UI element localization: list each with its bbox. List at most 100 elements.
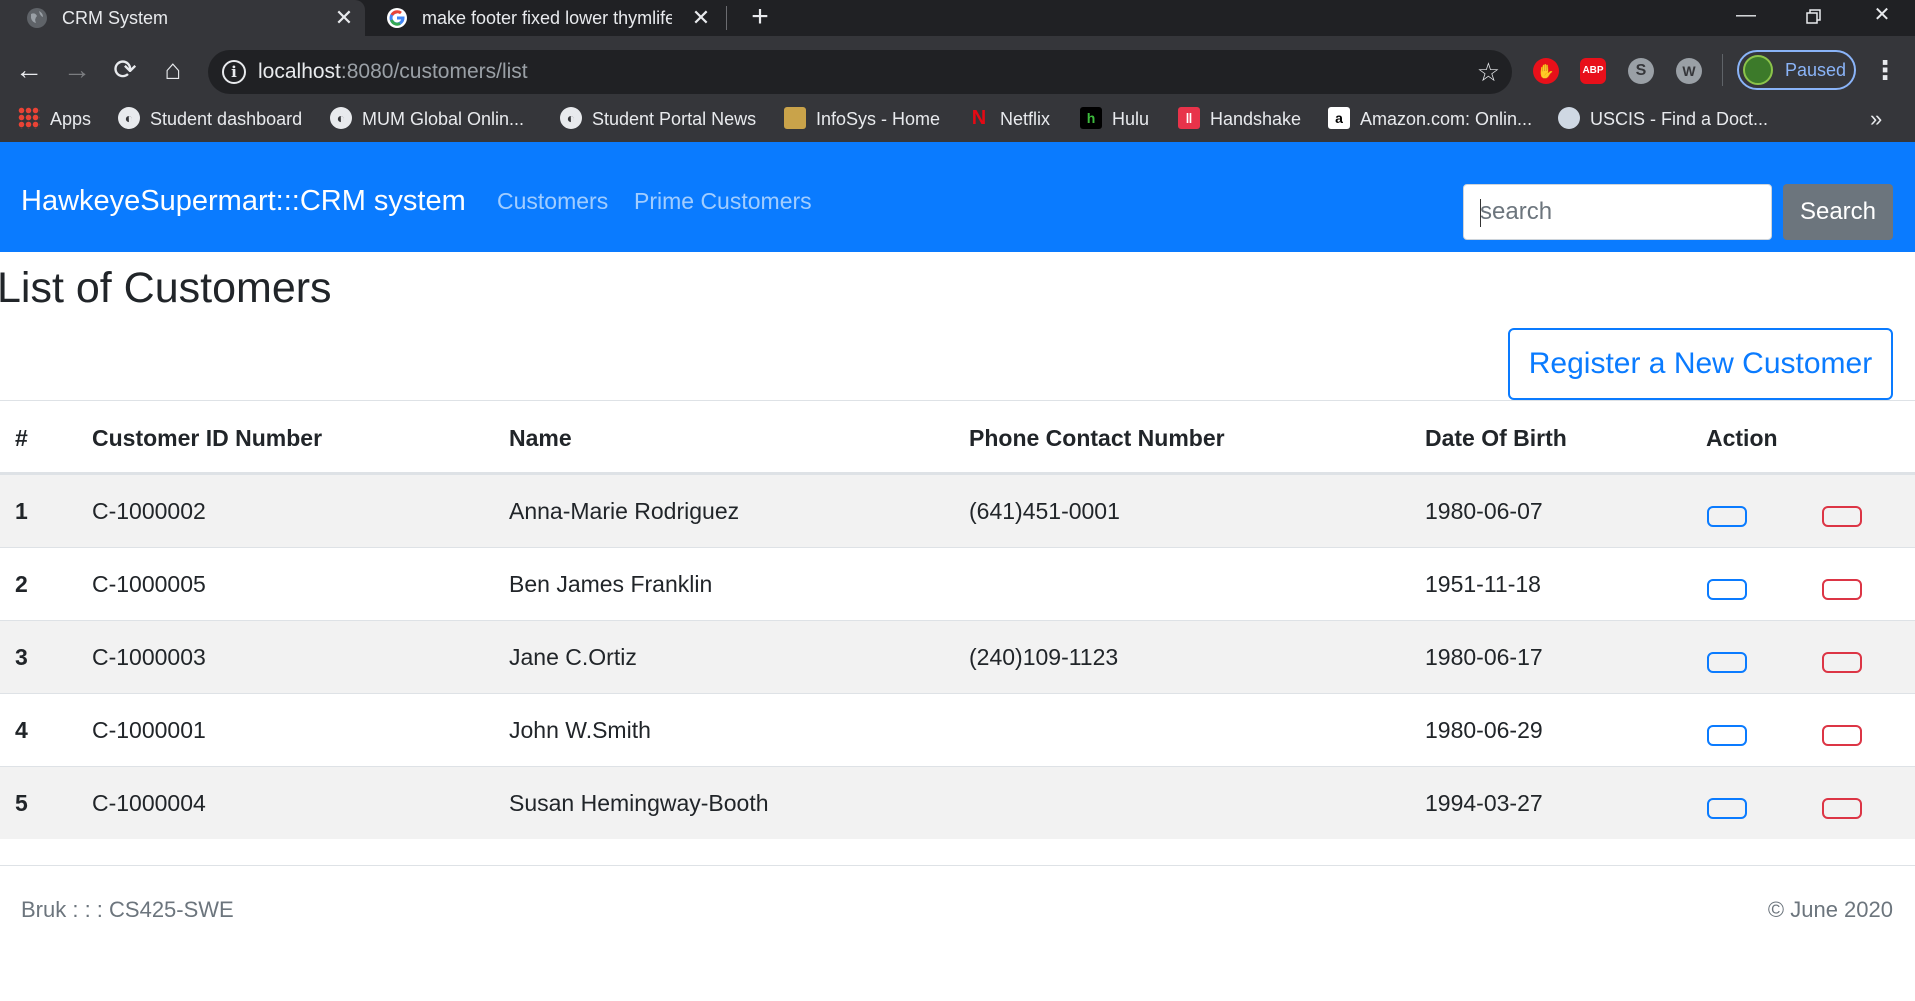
text-caret: [1480, 199, 1481, 227]
customer-dob-cell: 1980-06-29: [1425, 717, 1543, 743]
url-text[interactable]: localhost:8080/customers/list: [258, 50, 528, 94]
bookmark-netflix[interactable]: N Netflix: [968, 106, 1050, 132]
customers-table: # Customer ID Number Name Phone Contact …: [0, 400, 1915, 839]
column-header-dob: Date Of Birth: [1425, 425, 1567, 451]
customer-name-cell: Jane C.Ortiz: [509, 644, 637, 670]
search-button[interactable]: Search: [1783, 184, 1893, 240]
tab-google-search[interactable]: make footer fixed lower thymlife ✕: [372, 0, 722, 36]
new-tab-icon[interactable]: +: [744, 0, 776, 36]
column-header-action: Action: [1706, 425, 1778, 451]
row-number: 3: [15, 644, 28, 670]
delete-button[interactable]: [1822, 798, 1862, 819]
forward-icon[interactable]: →: [60, 52, 94, 88]
bookmark-amazon[interactable]: a Amazon.com: Onlin...: [1328, 106, 1532, 132]
avatar: [1743, 55, 1773, 85]
bookmark-student-portal[interactable]: ◐ Student Portal News: [560, 106, 756, 132]
globe-icon: [27, 8, 47, 28]
close-tab-icon[interactable]: ✕: [331, 0, 357, 36]
globe-icon: ◐: [118, 107, 140, 130]
customer-dob-cell: 1980-06-07: [1425, 498, 1543, 524]
uscis-icon: [1558, 107, 1580, 130]
tab-separator: [726, 6, 727, 30]
globe-icon: ◐: [330, 107, 352, 130]
search-input[interactable]: search: [1463, 184, 1772, 240]
delete-button[interactable]: [1822, 652, 1862, 673]
back-icon[interactable]: ←: [12, 52, 46, 88]
site-info-icon[interactable]: i: [222, 60, 246, 84]
customer-name-cell: Ben James Franklin: [509, 571, 713, 597]
row-number: 4: [15, 717, 28, 743]
page-title: List of Customers: [0, 264, 332, 312]
customer-name-cell: Susan Hemingway-Booth: [509, 790, 769, 816]
profile-button[interactable]: Paused: [1737, 50, 1856, 90]
table-row: 4 C-1000001 John W.Smith 1980-06-29: [0, 693, 1915, 766]
handshake-icon: ‖: [1178, 107, 1200, 130]
column-header-customer-id: Customer ID Number: [92, 425, 323, 451]
customer-id-cell: C-1000005: [92, 571, 206, 597]
skype-icon[interactable]: S: [1628, 58, 1654, 84]
table-row: 5 C-1000004 Susan Hemingway-Booth 1994-0…: [0, 766, 1915, 839]
edit-button[interactable]: [1707, 579, 1747, 600]
hulu-icon: h: [1080, 107, 1102, 130]
globe-icon: ◐: [560, 107, 582, 130]
bookmark-apps[interactable]: Apps: [18, 106, 91, 132]
customer-dob-cell: 1951-11-18: [1425, 571, 1541, 597]
adblock-plus-icon[interactable]: ABP: [1580, 58, 1606, 84]
reload-icon[interactable]: ⟳: [108, 52, 142, 88]
bookmark-mum-global[interactable]: ◐ MUM Global Onlin...: [330, 106, 524, 132]
window-close-icon[interactable]: ✕: [1854, 0, 1910, 36]
address-bar[interactable]: i localhost:8080/customers/list ☆: [208, 50, 1512, 94]
customer-phone-cell: (641)451-0001: [969, 498, 1120, 524]
w-extension-icon[interactable]: W: [1676, 58, 1702, 84]
row-number: 2: [15, 571, 28, 597]
footer-author: Bruk : : : CS425-SWE: [21, 897, 234, 922]
bookmark-infosys[interactable]: InfoSys - Home: [784, 106, 940, 132]
delete-button[interactable]: [1822, 579, 1862, 600]
edit-button[interactable]: [1707, 506, 1747, 527]
bookmark-uscis[interactable]: USCIS - Find a Doct...: [1558, 106, 1768, 132]
register-customer-button[interactable]: Register a New Customer: [1508, 328, 1893, 400]
edit-button[interactable]: [1707, 798, 1747, 819]
bookmarks-overflow-icon[interactable]: »: [1870, 106, 1882, 132]
delete-button[interactable]: [1822, 506, 1862, 527]
stop-hand-icon[interactable]: ✋: [1533, 58, 1559, 84]
table-row: 3 C-1000003 Jane C.Ortiz (240)109-1123 1…: [0, 620, 1915, 693]
restore-icon[interactable]: [1786, 0, 1842, 36]
table-row: 2 C-1000005 Ben James Franklin 1951-11-1…: [0, 547, 1915, 620]
site-brand[interactable]: HawkeyeSupermart:::CRM system: [21, 142, 466, 260]
tab-strip: CRM System ✕ make footer fixed lower thy…: [0, 0, 1915, 36]
customer-id-cell: C-1000001: [92, 717, 206, 743]
nav-link-customers[interactable]: Customers: [497, 142, 608, 260]
browser-menu-icon[interactable]: ⋮: [1872, 50, 1898, 90]
column-header-name: Name: [509, 425, 572, 451]
amazon-icon: a: [1328, 107, 1350, 130]
row-number: 5: [15, 790, 28, 816]
customer-dob-cell: 1994-03-27: [1425, 790, 1543, 816]
delete-button[interactable]: [1822, 725, 1862, 746]
tab-crm-system[interactable]: CRM System ✕: [0, 0, 365, 36]
search-placeholder: search: [1480, 198, 1553, 225]
profile-status-label: Paused: [1785, 60, 1847, 80]
customer-phone-cell: (240)109-1123: [969, 644, 1119, 670]
browser-window: CRM System ✕ make footer fixed lower thy…: [0, 0, 1915, 1001]
column-header-number: #: [15, 425, 28, 451]
close-tab-icon[interactable]: ✕: [688, 0, 714, 36]
nav-link-prime-customers[interactable]: Prime Customers: [634, 142, 812, 260]
table-row: 1 C-1000002 Anna-Marie Rodriguez (641)45…: [0, 474, 1915, 547]
home-icon[interactable]: ⌂: [156, 52, 190, 88]
bookmark-handshake[interactable]: ‖ Handshake: [1178, 106, 1301, 132]
bookmark-hulu[interactable]: h Hulu: [1080, 106, 1149, 132]
customer-dob-cell: 1980-06-17: [1425, 644, 1543, 670]
edit-button[interactable]: [1707, 725, 1747, 746]
minimize-icon[interactable]: —: [1718, 0, 1774, 36]
customer-id-cell: C-1000002: [92, 498, 206, 524]
edit-button[interactable]: [1707, 652, 1747, 673]
apps-grid-icon: [18, 107, 40, 130]
google-icon: [387, 8, 407, 28]
customer-id-cell: C-1000004: [92, 790, 206, 816]
bookmark-student-dashboard[interactable]: ◐ Student dashboard: [118, 106, 302, 132]
bookmark-star-icon[interactable]: ☆: [1477, 50, 1500, 94]
tab-title: CRM System: [62, 8, 169, 28]
toolbar-divider: [1722, 54, 1723, 86]
footer-divider: [0, 865, 1915, 866]
